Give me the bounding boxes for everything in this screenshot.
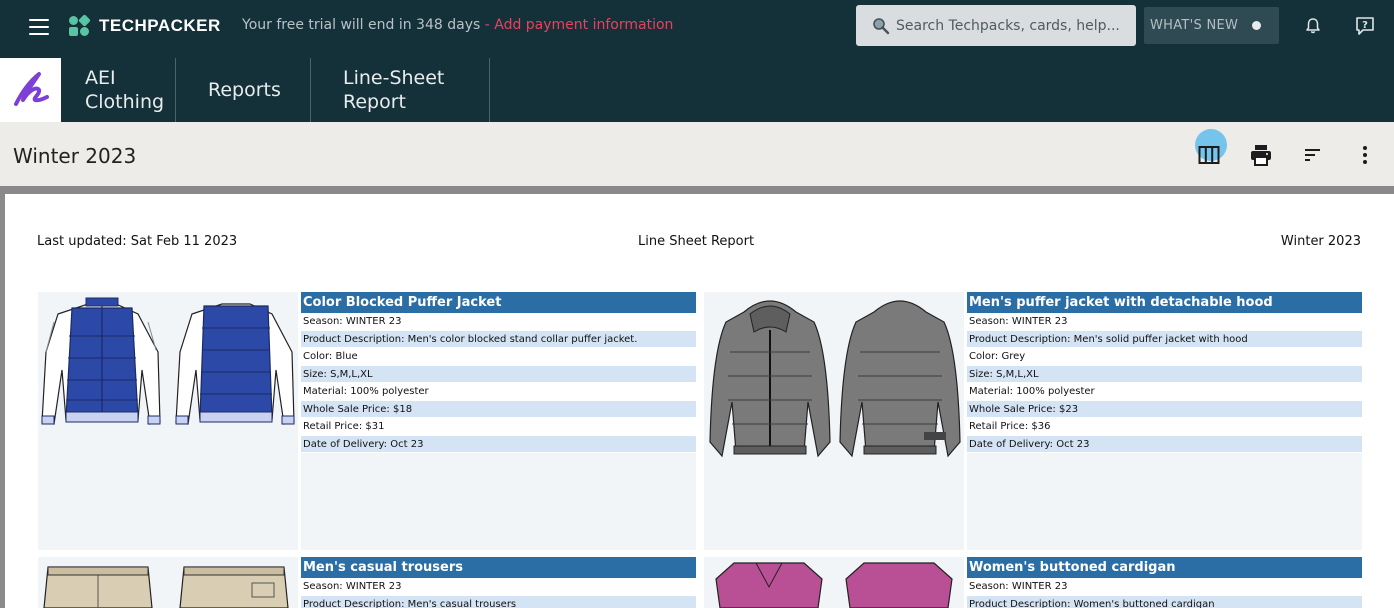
product-field: Whole Sale Price: $18	[301, 400, 696, 418]
sort-icon	[1305, 149, 1320, 161]
breadcrumb-item-line-sheet-report[interactable]: Line-Sheet Report	[311, 58, 490, 122]
product-field: Whole Sale Price: $23	[967, 400, 1362, 418]
trial-text: Your free trial will end in 348 days	[242, 17, 481, 33]
top-bar: TECHPACKER Your free trial will end in 3…	[0, 0, 1394, 58]
product-card[interactable]: Women's buttoned cardigan Season: WINTER…	[704, 557, 1362, 608]
more-options-button[interactable]	[1352, 142, 1378, 168]
search-icon	[873, 17, 890, 34]
product-details: Men's casual trousers Season: WINTER 23 …	[301, 557, 696, 608]
product-card[interactable]: Men's casual trousers Season: WINTER 23 …	[38, 557, 696, 608]
search-input[interactable]	[896, 17, 1126, 34]
product-field: Season: WINTER 23	[967, 313, 1362, 331]
menu-icon[interactable]	[29, 19, 49, 35]
print-icon	[1251, 145, 1271, 166]
product-field: Season: WINTER 23	[967, 578, 1362, 596]
svg-text:?: ?	[1362, 20, 1368, 31]
product-image	[704, 557, 964, 608]
product-image	[38, 292, 298, 550]
more-vert-icon	[1363, 146, 1367, 164]
product-details: Women's buttoned cardigan Season: WINTER…	[967, 557, 1362, 608]
search-box[interactable]	[856, 5, 1136, 46]
product-details: Men's puffer jacket with detachable hood…	[967, 292, 1362, 550]
bell-icon[interactable]	[1303, 16, 1323, 36]
trial-notice: Your free trial will end in 348 days - A…	[242, 17, 674, 33]
product-field: Product Description: Men's casual trouse…	[301, 595, 696, 608]
columns-button[interactable]	[1196, 142, 1222, 168]
product-field: Retail Price: $31	[301, 418, 696, 436]
trousers-sketch	[43, 566, 289, 608]
columns-icon	[1198, 146, 1220, 164]
product-image	[38, 557, 298, 608]
product-field: Season: WINTER 23	[301, 578, 696, 596]
product-field: Product Description: Women's buttoned ca…	[967, 595, 1362, 608]
product-field: Color: Blue	[301, 348, 696, 366]
app-signature-icon	[13, 72, 49, 106]
product-field: Product Description: Men's solid puffer …	[967, 330, 1362, 348]
brand-name: TECHPACKER	[99, 16, 221, 35]
product-field: Season: WINTER 23	[301, 313, 696, 331]
add-payment-link[interactable]: Add payment information	[494, 17, 673, 33]
techpacker-logo[interactable]: TECHPACKER	[69, 13, 221, 37]
avatar[interactable]	[0, 58, 61, 122]
product-details: Color Blocked Puffer Jacket Season: WINT…	[301, 292, 696, 550]
product-card[interactable]: Color Blocked Puffer Jacket Season: WINT…	[38, 292, 696, 550]
sort-button[interactable]	[1300, 142, 1326, 168]
product-field: Color: Grey	[967, 348, 1362, 366]
product-field: Product Description: Men's color blocked…	[301, 330, 696, 348]
page-title: Winter 2023	[13, 144, 137, 168]
product-field: Size: S,M,L,XL	[301, 365, 696, 383]
breadcrumb-item-company[interactable]: AEI Clothing	[61, 58, 176, 122]
puffer-jacket-sketch	[41, 297, 295, 425]
report-season: Winter 2023	[1280, 234, 1361, 249]
product-name: Color Blocked Puffer Jacket	[301, 292, 696, 313]
hooded-puffer-sketch	[709, 300, 961, 458]
print-button[interactable]	[1248, 142, 1274, 168]
cardigan-sketch	[715, 562, 953, 608]
product-field: Date of Delivery: Oct 23	[301, 435, 696, 453]
product-field: Material: 100% polyester	[301, 383, 696, 401]
product-field: Date of Delivery: Oct 23	[967, 435, 1362, 453]
product-image	[704, 292, 964, 550]
status-dot-icon	[1252, 21, 1261, 30]
product-name: Women's buttoned cardigan	[967, 557, 1362, 578]
last-updated: Last updated: Sat Feb 11 2023	[37, 234, 238, 249]
whats-new-label: WHAT'S NEW	[1150, 18, 1239, 33]
product-name: Men's casual trousers	[301, 557, 696, 578]
product-card[interactable]: Men's puffer jacket with detachable hood…	[704, 292, 1362, 550]
product-field: Size: S,M,L,XL	[967, 365, 1362, 383]
breadcrumb-item-reports[interactable]: Reports	[176, 58, 311, 122]
product-name: Men's puffer jacket with detachable hood	[967, 292, 1362, 313]
report-name: Line Sheet Report	[638, 234, 755, 249]
techpacker-logo-icon	[69, 13, 91, 37]
product-field: Retail Price: $36	[967, 418, 1362, 436]
help-icon[interactable]: ?	[1354, 15, 1376, 37]
title-bar	[0, 122, 1394, 186]
product-field: Material: 100% polyester	[967, 383, 1362, 401]
whats-new-button[interactable]: WHAT'S NEW	[1144, 7, 1279, 44]
